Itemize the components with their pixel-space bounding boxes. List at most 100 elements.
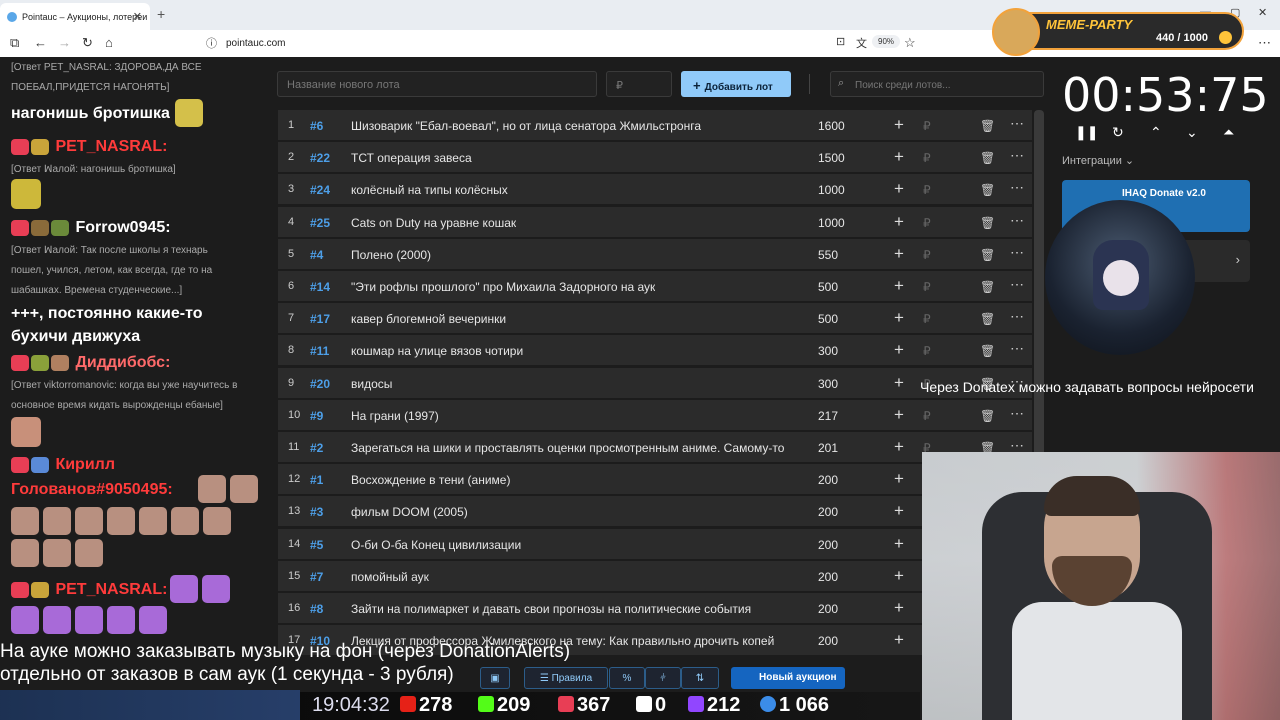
lot-row[interactable]: 8 #11 кошмар на улице вязов чотири 300 + ₽ 🗑 ⋯ bbox=[278, 335, 1032, 366]
more-options-icon[interactable]: ⋯ bbox=[1010, 340, 1024, 357]
favorite-star-icon[interactable]: ☆ bbox=[904, 35, 916, 51]
lot-name[interactable]: О-би О-ба Конец цивилизации bbox=[351, 538, 521, 552]
add-amount-icon[interactable]: + bbox=[894, 437, 904, 457]
lot-row[interactable]: 13 #3 фильм DOOM (2005) 200 + bbox=[278, 496, 1032, 527]
delete-icon[interactable]: 🗑 bbox=[980, 216, 995, 230]
more-options-icon[interactable]: ⋯ bbox=[1010, 276, 1024, 293]
home-icon[interactable]: ⌂ bbox=[105, 35, 113, 50]
delete-icon[interactable]: 🗑 bbox=[980, 248, 995, 262]
chat-nick[interactable]: PET_NASRAL: bbox=[55, 581, 167, 598]
lot-name[interactable]: Cats on Duty на уравне кошак bbox=[351, 216, 516, 230]
add-amount-icon[interactable]: + bbox=[894, 244, 904, 264]
lot-name[interactable]: кавер блогемной вечеринки bbox=[351, 312, 506, 326]
lot-amount[interactable]: 1600 bbox=[818, 119, 845, 133]
close-tab-icon[interactable]: ✕ bbox=[133, 10, 142, 23]
lot-amount[interactable]: 200 bbox=[818, 473, 838, 487]
ruble-icon[interactable]: ₽ bbox=[923, 248, 931, 262]
lot-amount[interactable]: 200 bbox=[818, 602, 838, 616]
lot-name[interactable]: кошмар на улице вязов чотири bbox=[351, 344, 523, 358]
lot-row[interactable]: 6 #14 "Эти рофлы прошлого" про Михаила Зад… bbox=[278, 271, 1032, 301]
chat-nick[interactable]: Forrow0945: bbox=[75, 219, 170, 236]
split-button[interactable]: ⫩ bbox=[645, 667, 681, 689]
delete-icon[interactable]: 🗑 bbox=[980, 151, 995, 165]
add-amount-icon[interactable]: + bbox=[894, 534, 904, 554]
add-amount-icon[interactable]: + bbox=[894, 373, 904, 393]
add-amount-icon[interactable]: + bbox=[894, 212, 904, 232]
ruble-icon[interactable]: ₽ bbox=[923, 409, 931, 423]
lot-amount[interactable]: 300 bbox=[818, 377, 838, 391]
more-options-icon[interactable]: ⋯ bbox=[1010, 244, 1024, 261]
ruble-icon[interactable]: ₽ bbox=[923, 344, 931, 358]
site-info-icon[interactable]: ⓘ bbox=[206, 35, 217, 51]
lot-name[interactable]: Зайти на полимаркет и давать свои прогно… bbox=[351, 602, 751, 616]
integrations-dropdown[interactable]: Интеграции ⌄ bbox=[1062, 154, 1134, 167]
add-amount-icon[interactable]: + bbox=[894, 276, 904, 296]
add-amount-icon[interactable]: + bbox=[894, 308, 904, 328]
ruble-icon[interactable]: ₽ bbox=[923, 280, 931, 294]
ruble-icon[interactable]: ₽ bbox=[923, 119, 931, 133]
lot-row[interactable]: 4 #25 Cats on Duty на уравне кошак 1000 + ₽ 🗑 ⋯ bbox=[278, 206, 1032, 237]
delete-icon[interactable]: 🗑 bbox=[980, 119, 995, 133]
delete-icon[interactable]: 🗑 bbox=[980, 409, 995, 423]
lot-amount[interactable]: 500 bbox=[818, 312, 838, 326]
lot-row[interactable]: 9 #20 видосы 300 + ₽ 🗑 ⋯ bbox=[278, 367, 1032, 398]
chat-nick[interactable]: Кирилл bbox=[55, 456, 115, 473]
add-amount-icon[interactable]: + bbox=[894, 566, 904, 586]
lot-row[interactable]: 16 #8 Зайти на полимаркет и давать свои пр… bbox=[278, 593, 1032, 623]
add-amount-icon[interactable]: + bbox=[894, 340, 904, 360]
pause-icon[interactable]: ❚❚ bbox=[1075, 124, 1098, 141]
ruble-icon[interactable]: ₽ bbox=[923, 183, 931, 197]
reload-icon[interactable]: ↻ bbox=[82, 35, 93, 51]
ruble-icon[interactable]: ₽ bbox=[923, 151, 931, 165]
add-lot-button[interactable]: + Добавить лот bbox=[681, 71, 791, 97]
browser-menu-icon[interactable]: ⋯ bbox=[1258, 35, 1271, 51]
lot-name[interactable]: помойный аук bbox=[351, 570, 429, 584]
lot-name[interactable]: фильм DOOM (2005) bbox=[351, 505, 468, 519]
add-amount-icon[interactable]: + bbox=[894, 630, 904, 650]
new-lot-input[interactable]: Название нового лота bbox=[277, 71, 597, 97]
lot-row[interactable]: 15 #7 помойный аук 200 + bbox=[278, 560, 1032, 591]
lot-row[interactable]: 1 #6 Шизоварик "Ебал-воевал", но от лица с… bbox=[278, 110, 1032, 140]
zoom-level[interactable]: 90% bbox=[872, 35, 901, 48]
sort-button[interactable]: ⇅ bbox=[681, 667, 719, 689]
lot-amount[interactable]: 201 bbox=[818, 441, 838, 455]
lot-amount[interactable]: 1000 bbox=[818, 216, 845, 230]
lot-row[interactable]: 12 #1 Восхождение в тени (аниме) 200 + bbox=[278, 464, 1032, 495]
lot-name[interactable]: ТСТ операция завеса bbox=[351, 151, 472, 165]
chat-nick[interactable]: Диддибобс: bbox=[75, 354, 170, 371]
translate-icon[interactable]: 文 bbox=[856, 35, 867, 51]
chat-nick[interactable]: PET_NASRAL: bbox=[55, 138, 167, 155]
reset-icon[interactable]: ↻ bbox=[1112, 124, 1124, 141]
lot-row[interactable]: 7 #17 кавер блогемной вечеринки 500 + ₽ 🗑 ⋯ bbox=[278, 303, 1032, 334]
more-options-icon[interactable]: ⋯ bbox=[1010, 115, 1024, 132]
lot-row[interactable]: 3 #24 колёсный на типы колёсных 1000 + ₽ 🗑 ⋯ bbox=[278, 174, 1032, 205]
add-amount-icon[interactable]: + bbox=[894, 501, 904, 521]
new-auction-button[interactable]: Новый аукцион bbox=[731, 667, 845, 689]
lot-row[interactable]: 2 #22 ТСТ операция завеса 1500 + ₽ 🗑 ⋯ bbox=[278, 142, 1032, 173]
ruble-icon[interactable]: ₽ bbox=[923, 216, 931, 230]
double-increase-icon[interactable]: ⏶ bbox=[1223, 124, 1234, 141]
ruble-icon[interactable]: ₽ bbox=[923, 312, 931, 326]
lot-row[interactable]: 11 #2 Зарегаться на шики и проставлять оце… bbox=[278, 432, 1032, 462]
lot-name[interactable]: Полено (2000) bbox=[351, 248, 431, 262]
delete-icon[interactable]: 🗑 bbox=[980, 183, 995, 197]
lot-amount[interactable]: 300 bbox=[818, 344, 838, 358]
lot-amount[interactable]: 1000 bbox=[818, 183, 845, 197]
add-amount-icon[interactable]: + bbox=[894, 147, 904, 167]
add-amount-icon[interactable]: + bbox=[894, 115, 904, 135]
url-field[interactable]: ⓘ pointauc.com bbox=[200, 33, 930, 54]
lot-name[interactable]: Восхождение в тени (аниме) bbox=[351, 473, 510, 487]
lot-amount[interactable]: 217 bbox=[818, 409, 838, 423]
lot-row[interactable]: 14 #5 О-би О-ба Конец цивилизации 200 + bbox=[278, 528, 1032, 559]
lot-name[interactable]: колёсный на типы колёсных bbox=[351, 183, 508, 197]
delete-icon[interactable]: 🗑 bbox=[980, 344, 995, 358]
sidebar-toggle-icon[interactable]: ⧉ bbox=[10, 35, 19, 51]
lot-row[interactable]: 5 #4 Полено (2000) 550 + ₽ 🗑 ⋯ bbox=[278, 238, 1032, 269]
more-options-icon[interactable]: ⋯ bbox=[1010, 405, 1024, 422]
lot-name[interactable]: "Эти рофлы прошлого" про Михаила Задорно… bbox=[351, 280, 655, 294]
lot-search-input[interactable]: ⌕ Поиск среди лотов... bbox=[830, 71, 1044, 97]
lots-scrollbar[interactable] bbox=[1034, 110, 1044, 460]
lot-amount[interactable]: 200 bbox=[818, 538, 838, 552]
browser-tab[interactable]: Pointauc – Аукционы, лотереи ✕ bbox=[0, 3, 150, 30]
back-icon[interactable]: ← bbox=[34, 35, 47, 50]
